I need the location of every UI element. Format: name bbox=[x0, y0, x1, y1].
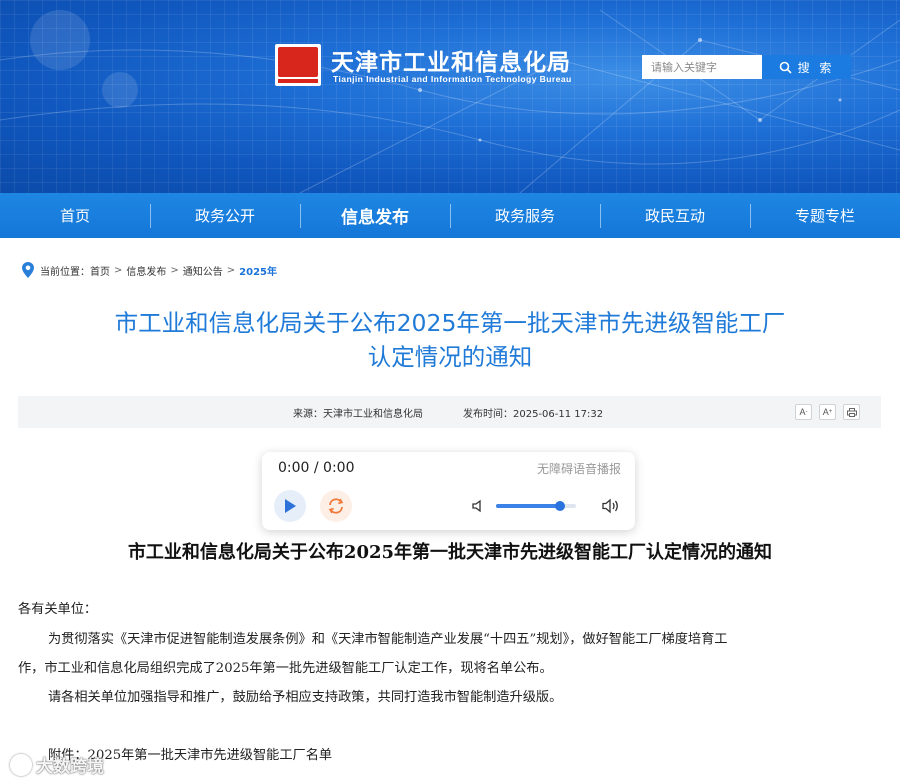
watermark-logo-icon bbox=[10, 753, 32, 776]
loop-button[interactable] bbox=[320, 490, 352, 522]
breadcrumb: 当前位置： 首页 > 信息发布 > 通知公告 > 2025年 bbox=[22, 262, 277, 278]
breadcrumb-separator: > bbox=[170, 264, 179, 276]
header-banner: 天津市工业和信息化局 Tianjin Industrial and Inform… bbox=[0, 0, 900, 193]
play-icon bbox=[285, 499, 296, 513]
nav-item-news-release[interactable]: 信息发布 bbox=[300, 193, 450, 238]
volume-slider-handle[interactable] bbox=[555, 501, 565, 511]
site-subtitle: Tianjin Industrial and Information Techn… bbox=[333, 74, 572, 84]
document-salutation: 各有关单位： bbox=[18, 602, 98, 617]
search-button-label: 搜 索 bbox=[797, 60, 835, 75]
font-decrease-button[interactable]: A- bbox=[795, 404, 812, 420]
search-input[interactable] bbox=[642, 55, 762, 79]
article-meta-bar: 来源：天津市工业和信息化局 发布时间：2025-06-11 17:32 A- A… bbox=[18, 396, 881, 428]
print-button[interactable] bbox=[843, 404, 860, 420]
watermark-text: 大数跨境 bbox=[36, 757, 104, 777]
play-button[interactable] bbox=[274, 490, 306, 522]
font-increase-button[interactable]: A + bbox=[819, 404, 836, 420]
breadcrumb-home[interactable]: 首页 bbox=[90, 263, 110, 278]
breadcrumb-separator: > bbox=[114, 264, 123, 276]
volume-high-icon[interactable] bbox=[602, 498, 620, 514]
article-source: 来源：天津市工业和信息化局 bbox=[293, 409, 423, 420]
bureau-logo-seal bbox=[275, 44, 321, 86]
article-publish-date: 发布时间：2025-06-11 17:32 bbox=[463, 409, 604, 420]
banner-network-lines bbox=[0, 9, 900, 193]
player-accessibility-label: 无障碍语音播报 bbox=[536, 462, 621, 476]
watermark: 大数跨境 bbox=[10, 752, 104, 777]
nav-item-home[interactable]: 首页 bbox=[0, 193, 150, 238]
breadcrumb-prefix: 当前位置： bbox=[40, 266, 90, 278]
nav-item-gov-services[interactable]: 政务服务 bbox=[450, 193, 600, 238]
search-icon bbox=[779, 61, 792, 74]
volume-slider[interactable] bbox=[496, 501, 576, 511]
main-nav: 首页 政务公开 信息发布 政务服务 政民互动 专题专栏 bbox=[0, 193, 900, 238]
site-title: 天津市工业和信息化局 bbox=[331, 50, 571, 76]
volume-low-icon[interactable] bbox=[471, 499, 485, 513]
nav-item-interaction[interactable]: 政民互动 bbox=[600, 193, 750, 238]
document-paragraph: 为贯彻落实《天津市促进智能制造发展条例》和《天津市智能制造产业发展“十四五”规划… bbox=[48, 632, 728, 647]
print-icon bbox=[846, 407, 857, 417]
article-title: 市工业和信息化局关于公布2025年第一批天津市先进级智能工厂 认定情况的通知 bbox=[40, 306, 860, 374]
breadcrumb-separator: > bbox=[226, 264, 236, 276]
search-button[interactable]: 搜 索 bbox=[762, 55, 851, 79]
document-paragraph: 请各相关单位加强指导和推广，鼓励给予相应支持政策，共同打造我市智能制造升级版。 bbox=[48, 690, 563, 705]
player-time: 0:00 / 0:00 bbox=[278, 460, 355, 476]
audio-player: 0:00 / 0:00 无障碍语音播报 bbox=[262, 452, 635, 530]
location-pin-icon bbox=[22, 262, 34, 278]
nav-item-special-topics[interactable]: 专题专栏 bbox=[750, 193, 900, 238]
article-title-line: 认定情况的通知 bbox=[367, 343, 533, 371]
breadcrumb-news[interactable]: 信息发布 bbox=[126, 263, 166, 278]
nav-item-gov-affairs[interactable]: 政务公开 bbox=[150, 193, 300, 238]
breadcrumb-current[interactable]: 2025年 bbox=[239, 263, 277, 278]
breadcrumb-notices[interactable]: 通知公告 bbox=[183, 263, 223, 278]
article-title-line: 市工业和信息化局关于公布2025年第一批天津市先进级智能工厂 bbox=[114, 309, 786, 337]
volume-slider-fill bbox=[496, 504, 560, 508]
document-heading: 市工业和信息化局关于公布2025年第一批天津市先进级智能工厂认定情况的通知 bbox=[127, 542, 773, 563]
document-paragraph: 作，市工业和信息化局组织完成了2025年第一批先进级智能工厂认定工作，现将名单公… bbox=[18, 661, 553, 676]
loop-icon bbox=[328, 498, 344, 514]
